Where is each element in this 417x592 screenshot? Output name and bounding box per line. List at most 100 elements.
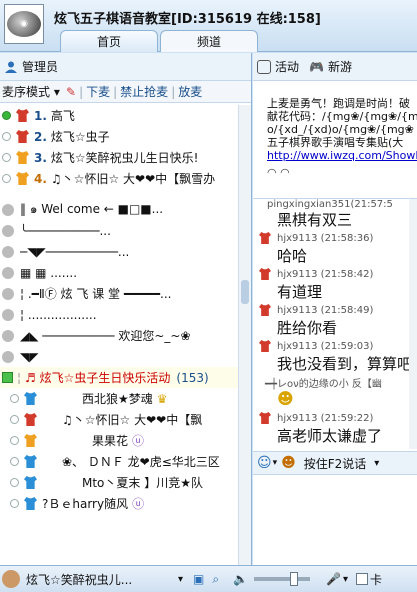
release-mic-button[interactable]: 放麦 (178, 83, 202, 100)
shirt-icon (259, 340, 271, 352)
status-icon (10, 478, 19, 487)
chat-time: (21:58:36) (320, 232, 374, 244)
speaker-icon[interactable]: 🔈 (233, 572, 248, 586)
admin-label: 管理员 (22, 60, 59, 74)
queue-user-name: 高飞 (50, 109, 75, 123)
queue-index: 4. (34, 171, 47, 186)
member-item[interactable]: ♫丶☆怀旧☆ 大❤❤中【飘 (0, 409, 238, 430)
queue-user-name: 炫飞☆笑醉祝虫儿生日快乐! (50, 151, 199, 165)
notice-line: 五子棋界歌手演唱专集贴(大 (267, 136, 404, 149)
window-header: ◉ 炫飞五子棋语音教室[ID:315619 在线:158] 首页 频道 (0, 0, 417, 52)
channel-list-scrollbar[interactable] (238, 105, 251, 565)
badge-icon: ⓤ (132, 497, 145, 511)
channel-icon (2, 266, 14, 279)
channel-row[interactable]: ╰──────────... (0, 220, 238, 241)
status-icon (10, 436, 19, 445)
microphone-icon[interactable]: 🎤 (326, 572, 341, 586)
shirt-icon (24, 413, 37, 426)
chevron-down-icon[interactable]: ▾ (374, 458, 379, 469)
shirt-icon (259, 268, 271, 280)
crown-icon: ♛ (156, 391, 168, 406)
chat-user: hjx9113 (277, 340, 318, 352)
queue-item[interactable]: 2. 炫飞☆虫子 (0, 126, 238, 147)
sub-channel-header[interactable]: ¦ ♬ 炫飞☆虫子生日快乐活动 (153) (0, 367, 238, 388)
tab-activity[interactable]: 活动 (275, 58, 299, 75)
avatar-face-icon[interactable]: ☻ (281, 455, 296, 471)
admin-bar[interactable]: 管理员 (0, 53, 251, 81)
channel-icon (2, 245, 14, 258)
sub-channel-count: (153) (176, 370, 209, 385)
notice-link[interactable]: http://www.iwzq.com/ShowP (267, 149, 417, 162)
scrollbar-thumb[interactable] (241, 280, 249, 304)
shirt-icon (24, 392, 37, 405)
channel-row-label: ¦ .................. (20, 307, 97, 322)
chat-user: hjx9113 (277, 412, 318, 424)
mic-settings-icon[interactable]: ✎ (66, 85, 76, 99)
member-item[interactable]: 果果花 ⓤ (0, 430, 238, 451)
channel-icon (2, 329, 14, 342)
member-item[interactable]: ?Ｂｅharry随风 ⓤ (0, 493, 238, 514)
queue-user-name: 炫飞☆虫子 (50, 130, 110, 144)
queue-item[interactable]: 1. 高飞 (0, 105, 238, 126)
leave-mic-button[interactable]: 下麦 (86, 83, 110, 100)
chevron-down-icon: ▾ (53, 85, 60, 99)
current-user-name[interactable]: 炫飞☆笑醉祝虫儿... (26, 571, 176, 588)
search-icon[interactable]: ⌕ (212, 572, 219, 587)
queue-item[interactable]: 3. 炫飞☆笑醉祝虫儿生日快乐! (0, 147, 238, 168)
mic-mode-select[interactable]: 麦序模式 ▾ (0, 83, 64, 100)
chat-user: hjx9113 (277, 304, 318, 316)
notice-line: o/{xd_/{xd)o/{mg❀/{mg❀ (267, 123, 414, 136)
member-name: 果果花 (92, 434, 129, 448)
member-item[interactable]: ❀、 ＤＮＦ 龙❤虎≤华北三区 (0, 451, 238, 472)
emoticon-menu-icon[interactable]: ▾ (273, 458, 278, 468)
volume-slider[interactable] (254, 572, 311, 586)
member-item[interactable]: Mto丶夏末 】川竞★队 (0, 472, 238, 493)
channel-row[interactable]: ¦ .................. (0, 304, 238, 325)
channel-icon (2, 350, 14, 363)
emoticon-icon[interactable]: ☺ (257, 455, 272, 471)
member-item[interactable]: 西北狼★梦魂 ♛ (0, 388, 238, 409)
chat-user: hjx9113 (277, 232, 318, 244)
channel-row[interactable]: ▦ ▦ ....... (0, 262, 238, 283)
queue-user-name: ♫丶☆怀旧☆ 大❤❤中【飘雪办 (50, 172, 216, 186)
channel-row[interactable]: ¦ .━ⅡⒻ 炫 飞 课 堂 ━━━━━... (0, 283, 238, 304)
queue-item[interactable]: 4. ♫丶☆怀旧☆ 大❤❤中【飘雪办 (0, 168, 238, 189)
chat-time: (21:57:5 (350, 199, 393, 209)
room-logo: ◉ (4, 4, 44, 44)
volume-knob[interactable] (290, 572, 299, 586)
message-input[interactable] (253, 475, 417, 565)
notice-line: 献花代码：/{mg❀/{mg❀/{mg (267, 110, 417, 123)
collapse-toggle-icon[interactable] (2, 372, 13, 383)
channel-row[interactable]: ◥◤ (0, 346, 238, 367)
badge-icon: ⓤ (132, 434, 145, 448)
checkbox[interactable] (356, 573, 369, 585)
status-icon (10, 394, 19, 403)
chevron-down-icon[interactable]: ▾ (343, 574, 348, 585)
push-to-talk-button[interactable]: 按住F2说话 (304, 455, 367, 472)
chat-meta: hjx9113 (21:58:36) (253, 231, 409, 245)
marquee-text: ━┿レoν的边缘の小 反【幽 (265, 378, 382, 390)
chat-meta: hjx9113 (21:59:22) (253, 411, 409, 425)
chat-time: (21:59:03) (320, 340, 374, 352)
channel-row-label: ¦ .━ⅡⒻ 炫 飞 课 堂 ━━━━━... (20, 287, 172, 301)
emoji-face-icon: ☻ (277, 389, 294, 408)
channel-row[interactable]: ─◥◤──────────... (0, 241, 238, 262)
chat-scrollbar[interactable] (409, 199, 417, 449)
ban-grab-mic-button[interactable]: 禁止抢麦 (120, 83, 168, 100)
shirt-icon (259, 304, 271, 316)
channel-row-label: ◢◣ ────────── 欢迎您~_~❀ (20, 329, 191, 343)
chat-meta: hjx9113 (21:58:42) (253, 267, 409, 281)
avatar[interactable] (2, 570, 20, 588)
tab-home[interactable]: 首页 (60, 30, 158, 52)
channel-row[interactable]: ◢◣ ────────── 欢迎您~_~❀ (0, 325, 238, 346)
channel-row[interactable]: ‖ ๑ Wel come ← ■□■... (0, 199, 238, 220)
chat-message: 我也没看到，算算吧 (277, 355, 409, 373)
save-icon[interactable]: ▣ (193, 572, 204, 586)
status-icon (10, 457, 19, 466)
shirt-icon (259, 232, 271, 244)
chat-time: (21:58:49) (320, 304, 374, 316)
status-icon (10, 499, 19, 508)
tab-new-games[interactable]: 新游 (328, 58, 352, 75)
tab-channel[interactable]: 频道 (160, 30, 258, 52)
chevron-down-icon[interactable]: ▾ (178, 574, 183, 585)
